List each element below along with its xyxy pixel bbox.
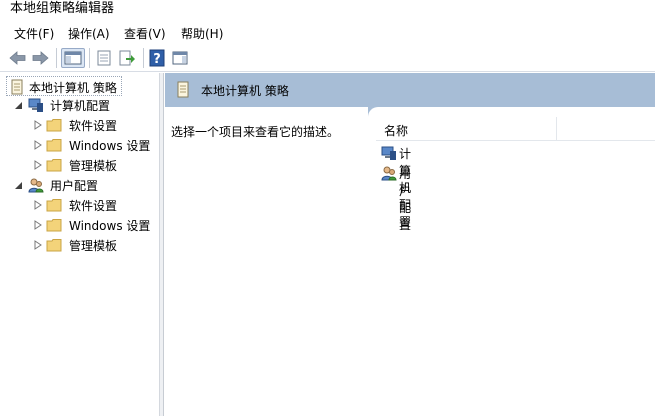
folder-icon (46, 239, 62, 252)
pane-splitter[interactable] (160, 73, 164, 416)
properties-icon (97, 50, 111, 66)
menu-bar: 文件(F) 操作(A) 查看(V) 帮助(H) (0, 20, 655, 44)
properties-button[interactable] (94, 48, 114, 68)
window-title: 本地组策略编辑器 (10, 1, 115, 16)
help-icon: ? (149, 49, 165, 67)
forward-arrow-icon (32, 51, 49, 65)
folder-icon (46, 139, 62, 152)
toolbar-separator (143, 48, 144, 68)
show-hide-action-pane-button[interactable] (170, 48, 190, 68)
back-arrow-icon (9, 51, 26, 65)
collapsed-arrow-icon (34, 200, 42, 210)
back-button[interactable] (8, 48, 28, 68)
folder-icon (46, 119, 62, 132)
tree-item-user-config[interactable]: 用户配置 (14, 175, 154, 195)
show-hide-action-pane-icon (172, 51, 188, 65)
tree-item-label: 软件设置 (69, 119, 118, 133)
description-text: 选择一个项目来查看它的描述。 (171, 125, 340, 139)
users-icon (381, 166, 397, 181)
expanded-arrow-icon (15, 102, 22, 109)
tree-root-local-policy[interactable]: 本地计算机 策略 (6, 76, 122, 96)
collapsed-arrow-icon (34, 140, 42, 150)
forward-button[interactable] (30, 48, 50, 68)
tree-item-windows-settings[interactable]: Windows 设置 (33, 135, 158, 155)
tree-item-software-settings[interactable]: 软件设置 (33, 195, 158, 215)
tree-item-label: 管理模板 (69, 159, 118, 173)
list-item-label: 用户配置 (399, 167, 412, 232)
tree-item-admin-templates[interactable]: 管理模板 (33, 155, 158, 175)
svg-text:?: ? (153, 52, 161, 67)
console-tree: 本地计算机 策略 计算机配置 软件设置 Windows 设置 管理模板 用户配置… (0, 73, 160, 416)
menu-help[interactable]: 帮助(H) (181, 25, 223, 42)
folder-icon (46, 219, 62, 232)
tree-root-label: 本地计算机 策略 (29, 81, 117, 95)
export-list-button[interactable] (117, 48, 137, 68)
policy-document-icon (11, 79, 23, 95)
details-pane: 本地计算机 策略 选择一个项目来查看它的描述。 名称 计算机配置 用户配置 (165, 73, 655, 416)
tree-item-computer-config[interactable]: 计算机配置 (14, 95, 154, 115)
collapsed-arrow-icon (34, 220, 42, 230)
computer-icon (381, 146, 396, 160)
collapsed-arrow-icon (34, 240, 42, 250)
collapsed-arrow-icon (34, 120, 42, 130)
title-bar: 本地组策略编辑器 (0, 0, 655, 20)
toolbar-separator (89, 48, 90, 68)
tree-item-label: 管理模板 (69, 239, 118, 253)
details-header-title: 本地计算机 策略 (201, 84, 289, 98)
tree-item-windows-settings[interactable]: Windows 设置 (33, 215, 158, 235)
toolbar-separator (56, 48, 57, 68)
users-icon (28, 178, 44, 193)
tree-item-label: Windows 设置 (69, 139, 151, 153)
policy-document-icon (177, 81, 189, 98)
show-hide-console-tree-icon (64, 51, 82, 65)
tree-item-computer-config-label: 计算机配置 (50, 99, 111, 113)
tree-item-software-settings[interactable]: 软件设置 (33, 115, 158, 135)
menu-action[interactable]: 操作(A) (68, 25, 110, 42)
show-hide-console-tree-button[interactable] (61, 48, 85, 68)
collapsed-arrow-icon (34, 160, 42, 170)
list-header: 名称 (376, 117, 655, 141)
menu-file[interactable]: 文件(F) (14, 25, 54, 42)
tree-item-label: Windows 设置 (69, 219, 151, 233)
expanded-arrow-icon (15, 182, 22, 189)
tree-item-admin-templates[interactable]: 管理模板 (33, 235, 158, 255)
computer-icon (28, 98, 43, 112)
help-button[interactable]: ? (148, 48, 166, 68)
column-divider[interactable] (556, 117, 557, 140)
folder-icon (46, 199, 62, 212)
toolbar: ? (0, 44, 655, 72)
menu-view[interactable]: 查看(V) (124, 25, 166, 42)
details-header: 本地计算机 策略 (165, 73, 655, 107)
column-header-name[interactable]: 名称 (384, 122, 408, 139)
folder-icon (46, 159, 62, 172)
export-list-icon (119, 50, 135, 66)
tree-item-label: 软件设置 (69, 199, 118, 213)
tree-item-user-config-label: 用户配置 (50, 179, 99, 193)
